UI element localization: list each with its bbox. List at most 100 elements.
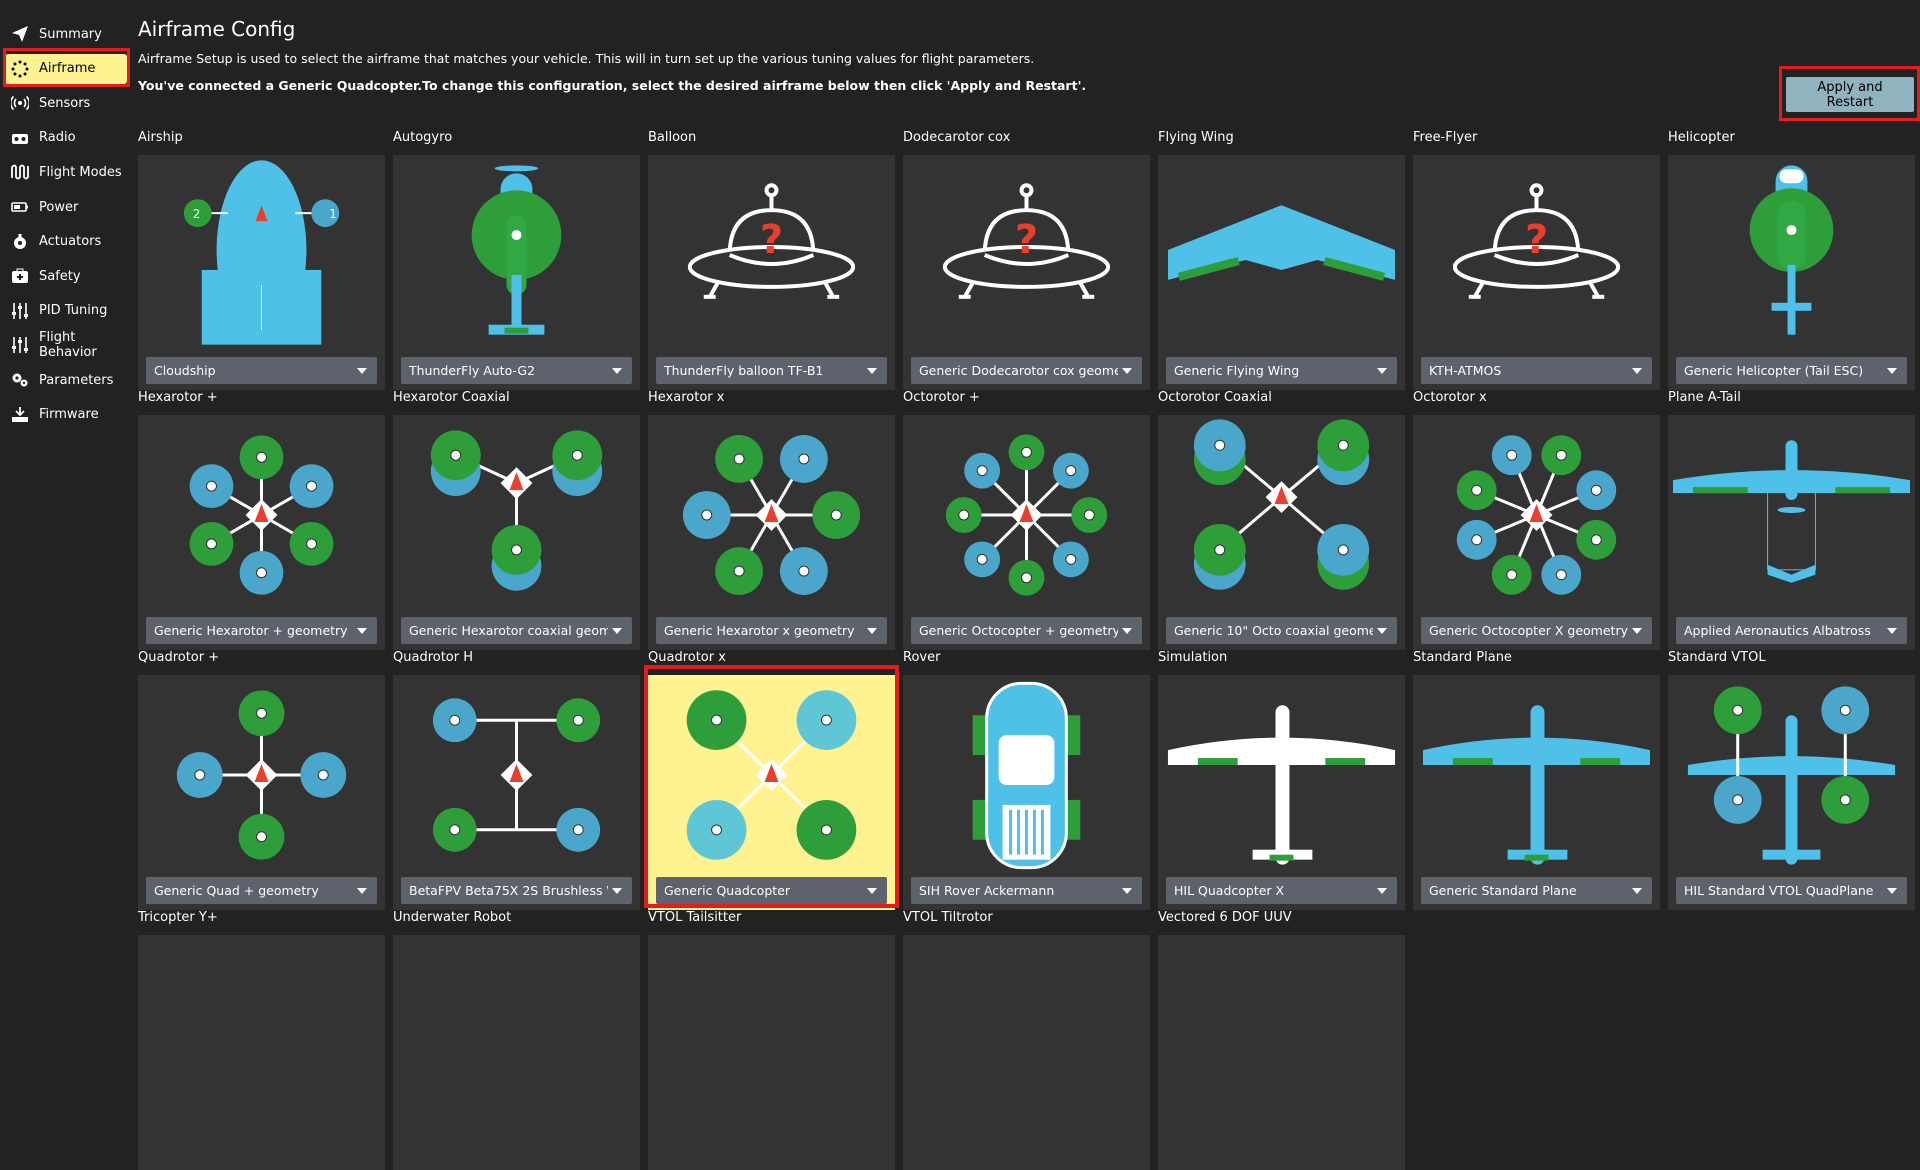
airframe-autogyro-image [471,165,562,335]
airframe-ufo-image: ? [1452,183,1621,299]
airframe-card[interactable]: Generic Helicopter (Tail ESC) [1668,155,1915,390]
sidebar-item-radio[interactable]: Radio [5,123,127,153]
airframe-select[interactable]: Generic Quad + geometry [146,877,377,904]
airframe-tiltrotor-image [903,935,1150,1135]
airframe-label: Quadrotor + [138,650,220,665]
airframe-select[interactable]: SIH Rover Ackermann [911,877,1142,904]
airframe-card[interactable]: Applied Aeronautics Albatross [1668,415,1915,650]
sidebar-item-label: Summary [39,26,102,42]
airframe-card[interactable]: ? Generic Dodecarotor cox geometry [903,155,1150,390]
wave-icon [11,163,29,181]
airframe-select[interactable]: Generic Standard Plane [1421,877,1652,904]
airframe-card[interactable]: ? ThunderFly balloon TF-B1 [648,155,895,390]
caret-down-icon [357,887,367,894]
caret-down-icon [1377,887,1387,894]
airframe-select[interactable]: Generic Helicopter (Tail ESC) [1676,357,1907,384]
airframe-select[interactable]: Cloudship [146,357,377,384]
airframe-select[interactable]: HIL Quadcopter X [1166,877,1397,904]
airframe-tailsitter-image [648,935,895,1135]
airframe-label: Hexarotor Coaxial [393,390,510,405]
airframe-select[interactable]: HIL Standard VTOL QuadPlane [1676,877,1907,904]
airframe-octorotor-x: Octorotor x Generic Octocopter X geometry [1413,390,1660,650]
page-description: Airframe Setup is used to select the air… [138,51,1035,66]
caret-down-icon [867,627,877,634]
airframe-label: Standard Plane [1413,650,1512,665]
airframe-card[interactable]: Generic Hexarotor + geometry [138,415,385,650]
airframe-label: Quadrotor x [648,650,726,665]
airframe-label: Simulation [1158,650,1228,665]
airframe-card[interactable]: Generic Flying Wing [1158,155,1405,390]
airframe-select[interactable]: Generic Hexarotor x geometry [656,617,887,644]
airframe-select[interactable]: Generic Quadcopter [656,877,887,904]
airframe-card[interactable]: Generic Standard Plane [1413,675,1660,910]
airframe-stdplane-image [1422,705,1651,865]
airframe-card[interactable] [648,935,895,1170]
airframe-card[interactable]: HIL Quadcopter X [1158,675,1405,910]
sidebar-item-airframe[interactable]: Airframe [5,53,127,84]
sidebar-item-firmware[interactable]: Firmware [5,400,127,430]
airframe-select[interactable]: Generic Octocopter + geometry [911,617,1142,644]
airframe-plane-a-tail: Plane A-Tail Applied Aeronautics Albatro… [1668,390,1915,650]
airframe-card[interactable]: Generic 10" Octo coaxial geometry [1158,415,1405,650]
airframe-card[interactable]: Generic Hexarotor coaxial geometry [393,415,640,650]
airframe-label: Underwater Robot [393,910,512,925]
airframe-select[interactable]: KTH-ATMOS [1421,357,1652,384]
firmware-icon [11,406,29,424]
svg-text:2: 2 [193,207,201,221]
airframe-card[interactable]: Generic Octocopter X geometry [1413,415,1660,650]
airframe-select-value: Generic Dodecarotor cox geometry [919,363,1118,378]
airframe-label: Standard VTOL [1668,650,1766,665]
airframe-select[interactable]: ThunderFly balloon TF-B1 [656,357,887,384]
airframe-label: Octorotor Coaxial [1158,390,1272,405]
airframe-dodecarotor-cox: Dodecarotor cox ? Generic Dodecarotor cox… [903,130,1150,390]
airframe-octorotor-coaxial: Octorotor Coaxial Generic 10" Octo coaxia… [1158,390,1405,650]
sidebar-item-summary[interactable]: Summary [5,19,127,49]
airframe-select-value: KTH-ATMOS [1429,363,1502,378]
airframe-heli-image [1749,165,1834,335]
caret-down-icon [1887,887,1897,894]
airframe-card[interactable] [1158,935,1405,1170]
airframe-card[interactable]: Generic Hexarotor x geometry [648,415,895,650]
sidebar-item-actuators[interactable]: Actuators [5,227,127,257]
sidebar-item-parameters[interactable]: Parameters [5,365,127,395]
airframe-vtol-tailsitter: VTOL Tailsitter [648,910,895,1170]
airframe-card[interactable]: 2 1 Cloudship [138,155,385,390]
airframe-card[interactable]: SIH Rover Ackermann [903,675,1150,910]
airframe-quadrotor-h: Quadrotor H BetaFPV Beta75X 2S Brushless… [393,650,640,910]
airframe-ufo-image: ? [687,183,856,299]
caret-down-icon [1632,627,1642,634]
airframe-select[interactable]: Generic Flying Wing [1166,357,1397,384]
apply-and-restart-button[interactable]: Apply and Restart [1786,77,1914,112]
airframe-octx-image [1456,435,1617,595]
sidebar-item-power[interactable]: Power [5,192,127,222]
airframe-card[interactable]: Generic Quad + geometry [138,675,385,910]
airframe-card[interactable]: ThunderFly Auto-G2 [393,155,640,390]
sidebar: Summary Airframe Sensors Radio Flight Modes P… [0,0,133,945]
airframe-octcoax-image [1193,419,1370,590]
airframe-select[interactable]: Applied Aeronautics Albatross [1676,617,1907,644]
sidebar-item-label: Power [39,199,79,215]
airframe-select[interactable]: Generic Hexarotor + geometry [146,617,377,644]
sidebar-item-safety[interactable]: Safety [5,261,127,291]
airframe-select[interactable]: Generic Dodecarotor cox geometry [911,357,1142,384]
airframe-card[interactable]: Generic Octocopter + geometry [903,415,1150,650]
sidebar-item-sensors[interactable]: Sensors [5,88,127,118]
sidebar-item-flight-modes[interactable]: Flight Modes [5,157,127,187]
airframe-card[interactable] [903,935,1150,1170]
airframe-select[interactable]: Generic Octocopter X geometry [1421,617,1652,644]
airframe-select-value: Cloudship [154,363,216,378]
airframe-select[interactable]: ThunderFly Auto-G2 [401,357,632,384]
airframe-card[interactable] [138,935,385,1170]
sidebar-item-label: Parameters [39,372,114,388]
airframe-select[interactable]: Generic 10" Octo coaxial geometry [1166,617,1397,644]
sidebar-item-flight-behavior[interactable]: Flight Behavior [5,330,127,360]
airframe-card[interactable]: ? KTH-ATMOS [1413,155,1660,390]
sidebar-item-pid-tuning[interactable]: PID Tuning [5,296,127,326]
airframe-card[interactable]: Generic Quadcopter [648,675,895,910]
airframe-card[interactable] [393,935,640,1170]
airframe-vtol-image [1687,686,1896,865]
airframe-card[interactable]: BetaFPV Beta75X 2S Brushless Whoop [393,675,640,910]
airframe-card[interactable]: HIL Standard VTOL QuadPlane [1668,675,1915,910]
airframe-select[interactable]: Generic Hexarotor coaxial geometry [401,617,632,644]
airframe-select[interactable]: BetaFPV Beta75X 2S Brushless Whoop [401,877,632,904]
